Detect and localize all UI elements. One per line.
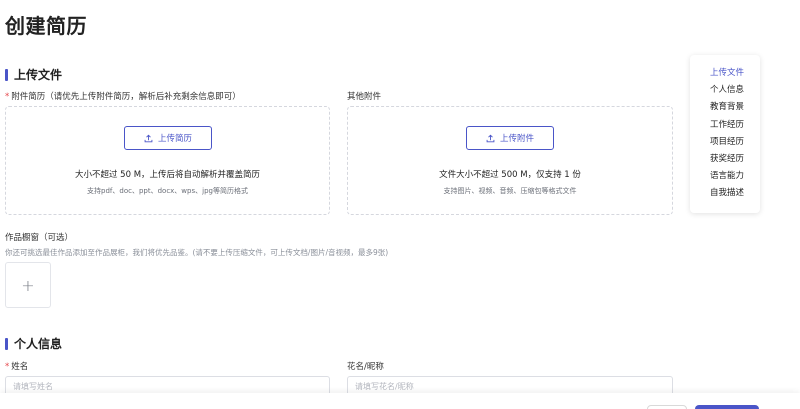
plus-icon: + bbox=[21, 275, 35, 295]
section-header-upload: 上传文件 bbox=[5, 66, 62, 83]
footer-primary-button[interactable] bbox=[695, 405, 759, 409]
upload-icon bbox=[144, 134, 153, 142]
name-label: * 姓名 bbox=[5, 362, 29, 372]
upload-attachment-button-label: 上传附件 bbox=[499, 134, 534, 144]
page-title: 创建简历 bbox=[5, 14, 87, 38]
section-marker bbox=[5, 337, 8, 350]
anchor-item-projects[interactable]: 项目经历 bbox=[710, 134, 760, 151]
other-dropzone-sub-text: 支持图片、视频、音频、压缩包等格式文件 bbox=[443, 187, 577, 195]
anchor-item-work[interactable]: 工作经历 bbox=[710, 117, 760, 134]
other-dropzone[interactable]: 上传附件 文件大小不超过 500 M，仅支持 1 份 支持图片、视频、音频、压缩… bbox=[347, 106, 673, 215]
nickname-label: 花名/昵称 bbox=[347, 362, 384, 372]
anchor-nav: 上传文件 个人信息 教育背景 工作经历 项目经历 获奖经历 语言能力 自我描述 bbox=[690, 55, 760, 213]
anchor-item-self-description[interactable]: 自我描述 bbox=[710, 185, 760, 202]
portfolio-label: 作品橱窗（可选） bbox=[5, 233, 74, 243]
add-portfolio-button[interactable]: + bbox=[5, 262, 51, 308]
upload-attachment-button[interactable]: 上传附件 bbox=[466, 126, 554, 150]
resume-upload-label: * 附件简历（请优先上传附件简历，解析后补充剩余信息即可） bbox=[5, 92, 241, 102]
anchor-item-personal[interactable]: 个人信息 bbox=[710, 82, 760, 99]
anchor-item-education[interactable]: 教育背景 bbox=[710, 99, 760, 116]
section-title-upload: 上传文件 bbox=[14, 68, 63, 82]
anchor-item-languages[interactable]: 语言能力 bbox=[710, 168, 760, 185]
section-header-personal: 个人信息 bbox=[5, 335, 62, 352]
section-title-personal: 个人信息 bbox=[14, 337, 63, 351]
resume-dropzone[interactable]: 上传简历 大小不超过 50 M，上传后将自动解析并覆盖简历 支持pdf、doc、… bbox=[5, 106, 330, 215]
section-marker bbox=[5, 68, 8, 81]
anchor-item-upload[interactable]: 上传文件 bbox=[710, 65, 760, 82]
required-mark: * bbox=[5, 92, 10, 102]
anchor-item-awards[interactable]: 获奖经历 bbox=[710, 151, 760, 168]
upload-resume-button-label: 上传简历 bbox=[157, 134, 192, 144]
resume-dropzone-main-text: 大小不超过 50 M，上传后将自动解析并覆盖简历 bbox=[74, 170, 261, 180]
upload-resume-button[interactable]: 上传简历 bbox=[124, 126, 212, 150]
portfolio-hint: 你还可挑选最佳作品添加至作品展柜，我们将优先品鉴。(请不要上传压缩文件，可上传文… bbox=[5, 248, 389, 257]
resume-dropzone-sub-text: 支持pdf、doc、ppt、docx、wps、jpg等简历格式 bbox=[87, 187, 248, 195]
footer-secondary-button[interactable] bbox=[647, 405, 687, 409]
other-upload-label: 其他附件 bbox=[347, 92, 382, 102]
other-dropzone-main-text: 文件大小不超过 500 M，仅支持 1 份 bbox=[439, 170, 581, 180]
required-mark: * bbox=[5, 362, 10, 372]
upload-icon bbox=[486, 134, 495, 142]
